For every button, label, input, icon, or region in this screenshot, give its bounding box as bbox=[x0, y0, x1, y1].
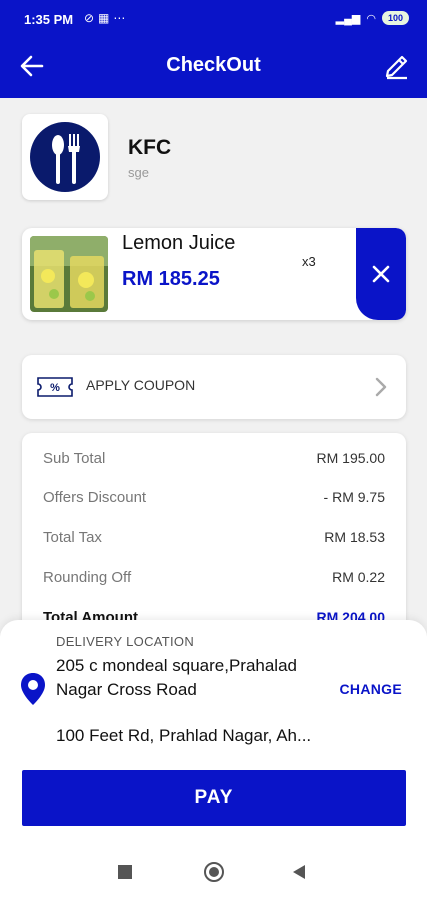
status-bar: 1:35 PM ⊘▦⋯ ▂▄▆ ◠ 100 bbox=[0, 0, 427, 40]
coupon-icon: % bbox=[37, 377, 73, 397]
store-name: KFC bbox=[128, 136, 172, 159]
summary-row-rounding: Rounding Off RM 0.22 bbox=[43, 569, 385, 589]
summary-value: - RM 9.75 bbox=[323, 489, 385, 505]
delivery-address-line1: 205 c mondeal square,Prahalad Nagar Cros… bbox=[56, 656, 297, 699]
status-time: 1:35 PM bbox=[24, 12, 74, 27]
summary-label: Total Tax bbox=[43, 529, 102, 546]
order-summary: Sub Total RM 195.00 Offers Discount - RM… bbox=[22, 433, 406, 643]
delivery-address-line2: 100 Feet Rd, Prahlad Nagar, Ah... bbox=[56, 726, 312, 745]
page-title: CheckOut bbox=[166, 54, 261, 76]
chevron-right-icon bbox=[375, 377, 387, 397]
delivery-location-label: DELIVERY LOCATION bbox=[56, 634, 195, 649]
summary-row-discount: Offers Discount - RM 9.75 bbox=[43, 489, 385, 509]
signal-icon: ▂▄▆ bbox=[335, 12, 361, 25]
summary-value: RM 18.53 bbox=[324, 529, 385, 545]
summary-row-subtotal: Sub Total RM 195.00 bbox=[43, 450, 385, 470]
summary-value: RM 0.22 bbox=[332, 569, 385, 585]
summary-label: Offers Discount bbox=[43, 489, 147, 506]
summary-label: Sub Total bbox=[43, 450, 106, 467]
back-triangle-icon[interactable] bbox=[293, 865, 305, 879]
home-icon[interactable] bbox=[204, 862, 224, 882]
wifi-icon: ◠ bbox=[366, 12, 376, 25]
status-notification-icons: ⊘▦⋯ bbox=[84, 11, 130, 25]
item-image bbox=[30, 236, 108, 312]
cart-item-card: Lemon Juice RM 185.25 x3 bbox=[22, 228, 406, 320]
change-address-button[interactable]: CHANGE bbox=[340, 681, 402, 697]
summary-value: RM 195.00 bbox=[316, 450, 385, 466]
battery-icon: 100 bbox=[381, 11, 409, 25]
edit-pencil-icon[interactable] bbox=[383, 52, 411, 80]
item-price: RM 185.25 bbox=[122, 268, 220, 290]
item-quantity: x3 bbox=[302, 254, 316, 269]
status-right: ▂▄▆ ◠ 100 bbox=[336, 11, 409, 25]
apply-coupon-button[interactable]: % APPLY COUPON bbox=[22, 355, 406, 419]
svg-text:%: % bbox=[50, 382, 60, 394]
coupon-label: APPLY COUPON bbox=[86, 377, 196, 393]
delivery-sheet: DELIVERY LOCATION 205 c mondeal square,P… bbox=[0, 620, 427, 856]
pay-button[interactable]: PAY bbox=[22, 770, 406, 826]
app-bar: CheckOut bbox=[0, 40, 427, 98]
cutlery-icon bbox=[30, 122, 100, 192]
location-pin-icon bbox=[21, 673, 45, 705]
store-subtitle: sge bbox=[128, 165, 149, 180]
store-logo bbox=[22, 114, 108, 200]
remove-item-button[interactable] bbox=[356, 228, 406, 320]
system-nav-bar bbox=[0, 856, 427, 900]
close-icon bbox=[372, 265, 390, 283]
summary-label: Rounding Off bbox=[43, 569, 132, 586]
item-name: Lemon Juice bbox=[122, 232, 236, 254]
summary-row-tax: Total Tax RM 18.53 bbox=[43, 529, 385, 549]
recent-apps-icon[interactable] bbox=[118, 865, 132, 879]
